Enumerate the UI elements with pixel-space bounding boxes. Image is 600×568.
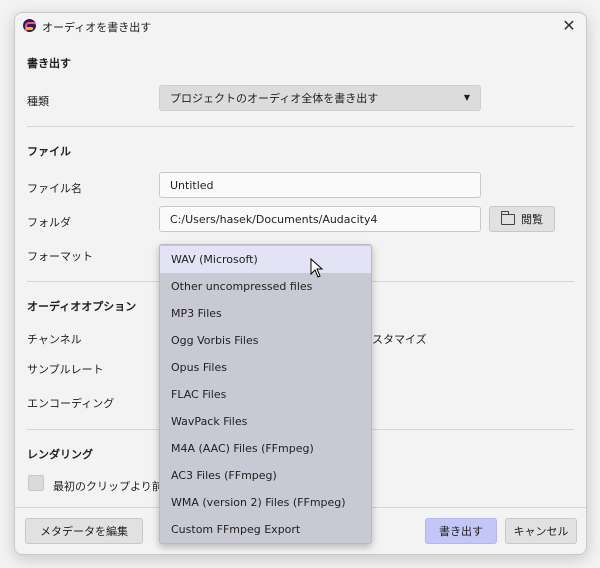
audacity-app-icon [23, 19, 36, 32]
export-audio-dialog: オーディオを書き出す ✕ 書き出す 種類 プロジェクトのオーディオ全体を書き出す… [14, 12, 587, 555]
channel-label: チャンネル [27, 333, 82, 346]
filename-label: ファイル名 [27, 182, 82, 195]
divider [27, 126, 574, 127]
export-button[interactable]: 書き出す [425, 518, 497, 544]
format-option[interactable]: WMA (version 2) Files (FFmpeg) [160, 489, 371, 516]
export-type-select[interactable]: プロジェクトのオーディオ全体を書き出す ▼ [159, 85, 481, 111]
audio-options-section-title: オーディオオプション [27, 300, 137, 313]
format-option[interactable]: FLAC Files [160, 381, 371, 408]
type-label: 種類 [27, 95, 49, 108]
browse-label: 閲覧 [521, 213, 543, 226]
format-option[interactable]: WavPack Files [160, 408, 371, 435]
format-option[interactable]: Opus Files [160, 354, 371, 381]
cancel-button[interactable]: キャンセル [505, 518, 577, 544]
format-option[interactable]: WAV (Microsoft) [160, 246, 371, 273]
encoding-label: エンコーディング [27, 397, 115, 410]
edit-metadata-button[interactable]: メタデータを編集 [25, 518, 143, 544]
folder-input[interactable]: C:/Users/hasek/Documents/Audacity4 [159, 206, 481, 232]
dropdown-arrow-icon: ▼ [463, 93, 470, 102]
browse-button[interactable]: 閲覧 [489, 206, 555, 232]
format-label: フォーマット [27, 250, 93, 263]
export-section-title: 書き出す [27, 57, 71, 70]
title-bar: オーディオを書き出す ✕ [15, 13, 586, 39]
format-option[interactable]: M4A (AAC) Files (FFmpeg) [160, 435, 371, 462]
folder-value: C:/Users/hasek/Documents/Audacity4 [170, 212, 378, 226]
skip-silence-checkbox[interactable] [28, 475, 44, 491]
format-option[interactable]: Custom FFmpeg Export [160, 516, 371, 543]
folder-icon [500, 210, 515, 225]
format-dropdown-list: WAV (Microsoft) Other uncompressed files M… [159, 244, 372, 544]
format-option[interactable]: Other uncompressed files [160, 273, 371, 300]
close-icon[interactable]: ✕ [560, 17, 578, 35]
format-option[interactable]: Ogg Vorbis Files [160, 327, 371, 354]
export-type-value: プロジェクトのオーディオ全体を書き出す [170, 92, 379, 105]
filename-input[interactable]: Untitled [159, 172, 481, 198]
mouse-cursor-icon [310, 258, 324, 278]
channel-customize-text: スタマイズ [372, 333, 427, 346]
samplerate-label: サンプルレート [27, 363, 104, 376]
file-section-title: ファイル [27, 145, 71, 158]
rendering-section-title: レンダリング [27, 448, 93, 461]
folder-label: フォルダ [27, 216, 71, 229]
format-option[interactable]: AC3 Files (FFmpeg) [160, 462, 371, 489]
window-title: オーディオを書き出す [42, 21, 152, 34]
format-option[interactable]: MP3 Files [160, 300, 371, 327]
filename-value: Untitled [170, 178, 214, 192]
